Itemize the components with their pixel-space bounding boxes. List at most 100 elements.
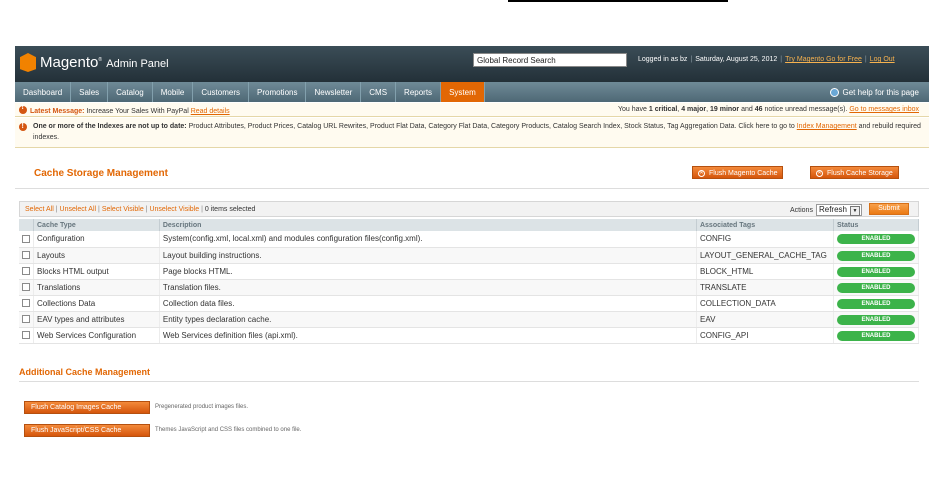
selection-links: Select All | Unselect All | Select Visib…	[25, 206, 256, 213]
index-warning-bar: One or more of the Indexes are not up to…	[15, 118, 929, 148]
unread-suffix: notice unread message(s).	[764, 106, 848, 113]
table-row[interactable]: Collections Data Collection data files. …	[19, 295, 920, 312]
header-description[interactable]: Description	[159, 219, 697, 231]
flush-js-css-button[interactable]: Flush JavaScript/CSS Cache	[24, 424, 150, 437]
table-row[interactable]: Translations Translation files. TRANSLAT…	[19, 279, 920, 296]
flush-magento-cache-button[interactable]: ✕ Flush Magento Cache	[692, 166, 784, 179]
cache-grid: Cache Type Description Associated Tags S…	[19, 219, 920, 344]
cache-type-cell: Layouts	[33, 247, 160, 264]
warning-icon	[19, 121, 27, 132]
read-details-link[interactable]: Read details	[191, 108, 230, 115]
major-count: 4 major	[681, 106, 707, 113]
nav-reports[interactable]: Reports	[396, 82, 442, 102]
close-circle-icon: ✕	[698, 169, 705, 177]
try-magento-go-link[interactable]: Try Magento Go for Free	[785, 56, 862, 63]
nav-promotions[interactable]: Promotions	[249, 82, 307, 102]
flush-catalog-images-button[interactable]: Flush Catalog Images Cache	[24, 401, 150, 414]
tags-cell: LAYOUT_GENERAL_CACHE_TAG	[699, 250, 827, 260]
status-badge: ENABLED	[836, 266, 915, 277]
row-checkbox[interactable]	[22, 283, 30, 292]
js-css-note: Themes JavaScript and CSS files combined…	[155, 427, 302, 433]
unread-summary: You have 1 critical, 4 major, 19 minor a…	[617, 106, 919, 113]
index-warning-text: Product Attributes, Product Prices, Cata…	[188, 123, 795, 130]
nav-newsletter[interactable]: Newsletter	[306, 82, 362, 102]
status-badge: ENABLED	[836, 330, 915, 341]
actions-select[interactable]: Refresh	[815, 204, 862, 216]
index-warning-bold: One or more of the Indexes are not up to…	[33, 123, 187, 130]
warning-icon	[19, 104, 27, 114]
description-cell: System(config.xml, local.xml) and module…	[159, 231, 697, 248]
nav-catalog[interactable]: Catalog	[108, 82, 153, 102]
header-cache-type[interactable]: Cache Type	[33, 219, 160, 231]
unselect-visible-link[interactable]: Unselect Visible	[149, 206, 199, 213]
table-header-row: Cache Type Description Associated Tags S…	[19, 219, 920, 231]
help-link[interactable]: Get help for this page	[829, 88, 920, 97]
unread-prefix: You have	[617, 106, 647, 113]
description-cell: Page blocks HTML.	[159, 263, 697, 280]
index-management-link[interactable]: Index Management	[797, 123, 857, 130]
nav-sales[interactable]: Sales	[71, 82, 109, 102]
table-row[interactable]: Layouts Layout building instructions. LA…	[19, 247, 920, 264]
description-cell: Collection data files.	[159, 295, 697, 312]
tags-cell: CONFIG	[699, 234, 732, 244]
notice-count: 46	[754, 106, 763, 113]
latest-message-bar: Latest Message: Increase Your Sales With…	[15, 103, 929, 117]
catalog-images-note: Pregenerated product images files.	[155, 404, 249, 410]
unselect-all-link[interactable]: Unselect All	[60, 206, 97, 213]
magento-logo[interactable]: Magento® Admin Panel	[20, 53, 169, 72]
header-status[interactable]: Status	[833, 219, 920, 231]
row-checkbox[interactable]	[22, 235, 30, 244]
table-row[interactable]: Blocks HTML output Page blocks HTML. BLO…	[19, 263, 920, 280]
divider	[19, 381, 919, 382]
help-label: Get help for this page	[842, 88, 920, 97]
cache-type-cell: Blocks HTML output	[33, 263, 160, 280]
critical-count: 1 critical	[648, 106, 678, 113]
description-cell: Entity types declaration cache.	[159, 311, 697, 328]
row-checkbox[interactable]	[22, 267, 30, 276]
cache-type-cell: Translations	[33, 279, 160, 296]
admin-header: Magento® Admin Panel Logged in as bz|Sat…	[15, 46, 929, 82]
select-visible-link[interactable]: Select Visible	[102, 206, 144, 213]
global-search-input[interactable]	[473, 53, 627, 67]
row-checkbox[interactable]	[22, 331, 30, 340]
date-text: Saturday, August 25, 2012	[695, 56, 778, 63]
logo-sub-text: Admin Panel	[106, 58, 169, 70]
table-row[interactable]: EAV types and attributes Entity types de…	[19, 311, 920, 328]
select-all-link[interactable]: Select All	[25, 206, 54, 213]
nav-cms[interactable]: CMS	[361, 82, 397, 102]
nav-system[interactable]: System	[441, 82, 485, 102]
magento-logo-icon	[20, 53, 36, 72]
table-row[interactable]: Configuration System(config.xml, local.x…	[19, 231, 920, 248]
cache-type-cell: Collections Data	[33, 295, 160, 312]
flush-storage-label: Flush Cache Storage	[827, 169, 893, 177]
row-checkbox[interactable]	[22, 251, 30, 260]
logo-main-text: Magento	[40, 54, 99, 71]
tags-cell: CONFIG_API	[699, 330, 749, 340]
help-icon	[829, 88, 839, 97]
flush-magento-label: Flush Magento Cache	[709, 169, 778, 177]
tags-cell: COLLECTION_DATA	[699, 298, 776, 308]
table-row[interactable]: Web Services Configuration Web Services …	[19, 327, 920, 344]
latest-message-label: Latest Message:	[30, 108, 85, 115]
header-checkbox-col	[19, 219, 34, 231]
row-checkbox[interactable]	[22, 299, 30, 308]
row-checkbox[interactable]	[22, 315, 30, 324]
logout-link[interactable]: Log Out	[870, 56, 895, 63]
description-cell: Web Services definition files (api.xml).	[159, 327, 697, 344]
status-badge: ENABLED	[836, 234, 915, 245]
tags-cell: EAV	[699, 314, 716, 324]
nav-customers[interactable]: Customers	[193, 82, 249, 102]
nav-mobile[interactable]: Mobile	[153, 82, 194, 102]
header-associated-tags[interactable]: Associated Tags	[696, 219, 834, 231]
status-badge: ENABLED	[836, 282, 915, 293]
goto-inbox-link[interactable]: Go to messages inbox	[849, 106, 919, 113]
nav-dashboard[interactable]: Dashboard	[15, 82, 72, 102]
submit-button[interactable]: Submit	[869, 203, 909, 215]
flush-cache-storage-button[interactable]: ✕ Flush Cache Storage	[810, 166, 899, 179]
divider	[15, 188, 929, 189]
tags-cell: TRANSLATE	[699, 282, 747, 292]
top-bar-stub	[508, 0, 728, 2]
description-cell: Translation files.	[159, 279, 697, 296]
minor-count: 19 minor	[709, 106, 740, 113]
description-cell: Layout building instructions.	[159, 247, 697, 264]
